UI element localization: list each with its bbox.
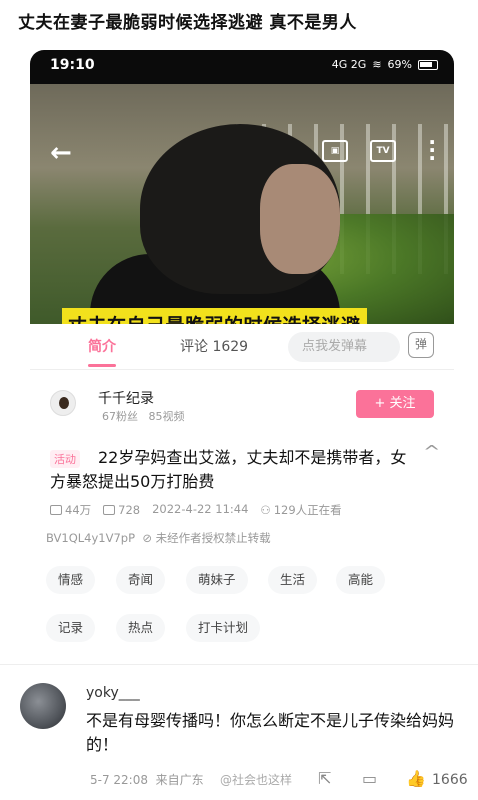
tab-intro[interactable]: 简介 (88, 336, 116, 356)
comment-meta: 5-7 22:08 来自广东 (90, 771, 204, 788)
watching-icon: ⚇ (260, 503, 271, 517)
network-label: 4G 2G (331, 58, 367, 71)
tag-item[interactable]: 打卡计划 (186, 614, 261, 642)
comment-text: 不是有母婴传播吗！你怎么断定不是儿子传染给妈妈的！ (86, 711, 455, 754)
comment-location: 来自广东 (155, 773, 204, 787)
follow-button[interactable]: + 关注 (356, 390, 434, 418)
bv-id: BV1QL4y1V7pP (46, 531, 136, 545)
tab-bar: 简介 评论 1629 点我发弹幕 弹 (30, 324, 454, 370)
tag-item[interactable]: 奇闻 (116, 566, 166, 594)
share-icon[interactable]: ⇱ (318, 769, 331, 788)
watermark: @社会也这样 (220, 773, 293, 787)
uploader-videos: 85视频 (148, 410, 185, 423)
commenter-avatar[interactable] (20, 683, 66, 729)
uploader-stats: 67粉丝 85视频 (102, 408, 185, 424)
uploader-fans: 67粉丝 (102, 410, 138, 423)
status-bar: 19:10 4G 2G ≋ 69% (30, 50, 454, 84)
more-icon[interactable]: · · · (428, 132, 436, 168)
uploader-name[interactable]: 千千纪录 (98, 388, 154, 408)
tab-underline (88, 364, 116, 367)
battery-percent: 69% (387, 58, 412, 71)
tag-item[interactable]: 高能 (336, 566, 386, 594)
publish-date: 2022-4-22 11:44 (152, 502, 249, 516)
tag-item[interactable]: 生活 (268, 566, 318, 594)
tab-comments[interactable]: 评论 1629 (180, 336, 248, 356)
bv-line: BV1QL4y1V7pP ⊘ 未经作者授权禁止转载 (46, 530, 271, 546)
video-detail: 千千纪录 67粉丝 85视频 + 关注 22岁孕妈查出艾滋，丈夫却不是携带者，女… (30, 370, 454, 662)
tag-item[interactable]: 记录 (46, 614, 96, 642)
battery-icon (418, 59, 438, 70)
commenter-name[interactable]: yoky___ (86, 685, 140, 701)
like-count: 1666 (432, 772, 468, 788)
danmu-toggle-button[interactable]: 弹 (408, 332, 434, 358)
tag-item[interactable]: 热点 (116, 614, 166, 642)
tag-item[interactable]: 情感 (46, 566, 96, 594)
video-frame-person-face (260, 164, 340, 274)
play-count-icon (50, 505, 62, 515)
video-player[interactable]: ← ▣ TV ··· 丈夫在自己最脆弱的时候选择逃避 (30, 84, 454, 324)
watching-count: 129人正在看 (273, 503, 342, 517)
danmaku-count: 728 (118, 503, 141, 517)
danmu-input[interactable]: 点我发弹幕 (288, 332, 400, 362)
video-subtitle: 丈夫在自己最脆弱的时候选择逃避 (62, 308, 367, 324)
video-meta: 44万 728 2022-4-22 11:44 ⚇ 129人正在看 (50, 502, 342, 518)
copyright-note: 未经作者授权禁止转载 (155, 531, 271, 545)
view-count: 44万 (65, 503, 92, 517)
back-arrow-icon[interactable]: ← (50, 138, 72, 168)
danmaku-count-icon (103, 505, 116, 515)
thumbs-up-icon[interactable]: 👍 (406, 769, 426, 788)
pip-icon[interactable]: ▣ (322, 140, 348, 162)
activity-badge: 活动 (50, 450, 80, 468)
comment-card: yoky___ 不是有母婴传播吗！你怎么断定不是儿子传染给妈妈的！ 5-7 22… (0, 664, 478, 800)
no-repost-icon: ⊘ (142, 531, 152, 545)
wifi-icon: ≋ (372, 58, 382, 71)
comment-time: 5-7 22:08 (90, 773, 148, 787)
tag-item[interactable]: 萌妹子 (186, 566, 248, 594)
tv-cast-icon[interactable]: TV (370, 140, 396, 162)
uploader-avatar[interactable] (50, 390, 76, 416)
video-title: 22岁孕妈查出艾滋，丈夫却不是携带者，女方暴怒提出50万打胎费 (50, 448, 407, 491)
phone-screenshot: 19:10 4G 2G ≋ 69% ← ▣ TV ··· 丈夫在自己最脆弱的时候… (30, 50, 454, 662)
reply-icon[interactable]: ▭ (362, 769, 377, 788)
chevron-up-icon[interactable]: ^ (423, 442, 440, 461)
post-title: 丈夫在妻子最脆弱时候选择逃避 真不是男人 (18, 13, 357, 33)
status-icons: 4G 2G ≋ 69% (332, 58, 438, 71)
status-time: 19:10 (50, 57, 95, 73)
